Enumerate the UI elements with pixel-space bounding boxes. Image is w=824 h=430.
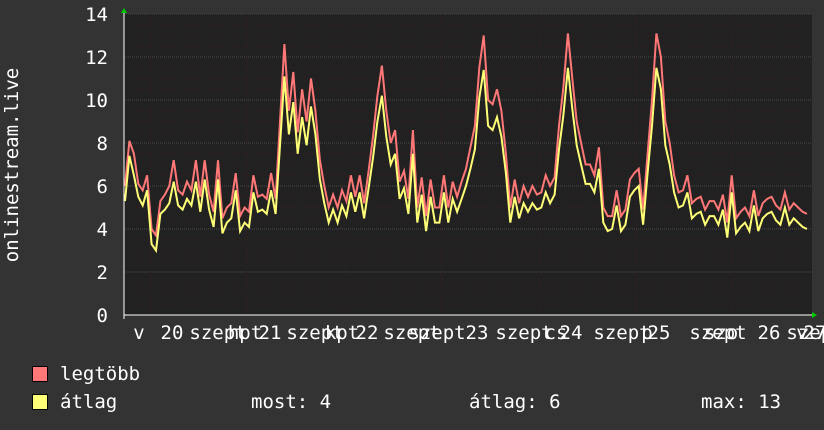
legend-label-max: legtöbb — [60, 363, 141, 385]
legend-label-avg: átlag — [60, 391, 118, 413]
y-tick-label: 4 — [97, 219, 108, 241]
x-tick-label: hpt — [228, 322, 262, 344]
y-tick-label: 14 — [85, 4, 108, 26]
x-tick-label: 22 — [356, 322, 379, 344]
x-axis-arrow-icon — [812, 312, 817, 318]
x-tick-label: 27 — [804, 322, 824, 344]
y-tick-label: 12 — [85, 47, 108, 69]
y-tick-label: 10 — [85, 90, 108, 112]
x-tick-label: 23 — [466, 322, 489, 344]
x-tick-label: szept — [408, 322, 465, 344]
legend-swatch-avg — [32, 394, 48, 410]
x-tick-label: 24 — [560, 322, 583, 344]
stat-now: most: 4 — [251, 391, 332, 413]
y-tick-label: 0 — [97, 305, 108, 327]
plot-background — [124, 14, 812, 315]
x-tick-label: 21 — [259, 322, 282, 344]
stat-max: max: 13 — [701, 391, 782, 413]
legend-swatch-max — [32, 366, 48, 382]
legend-item-avg: átlag — [32, 391, 117, 413]
x-tick-label: 26 — [758, 322, 781, 344]
x-tick-label: 20 — [161, 322, 184, 344]
y-tick-label: 6 — [97, 176, 108, 198]
y-axis-arrow-icon — [121, 8, 127, 13]
legend-item-max: legtöbb — [32, 363, 140, 385]
y-tick-label: 8 — [97, 133, 108, 155]
stat-avg: átlag: 6 — [469, 391, 561, 413]
x-tick-label: kpt — [325, 322, 359, 344]
y-axis-label: onlinestream.live — [1, 67, 23, 263]
x-tick-labels: v 20 szepthpt21 szeptkpt22 szeptszept 23 szept… — [133, 322, 824, 344]
x-tick-label: szo — [704, 322, 738, 344]
y-tick-label: 2 — [97, 262, 108, 284]
x-tick-label: 25 — [648, 322, 671, 344]
x-tick-label: v — [133, 322, 144, 344]
y-tick-labels: 0 2 4 6 8 10 12 14 — [85, 4, 108, 327]
